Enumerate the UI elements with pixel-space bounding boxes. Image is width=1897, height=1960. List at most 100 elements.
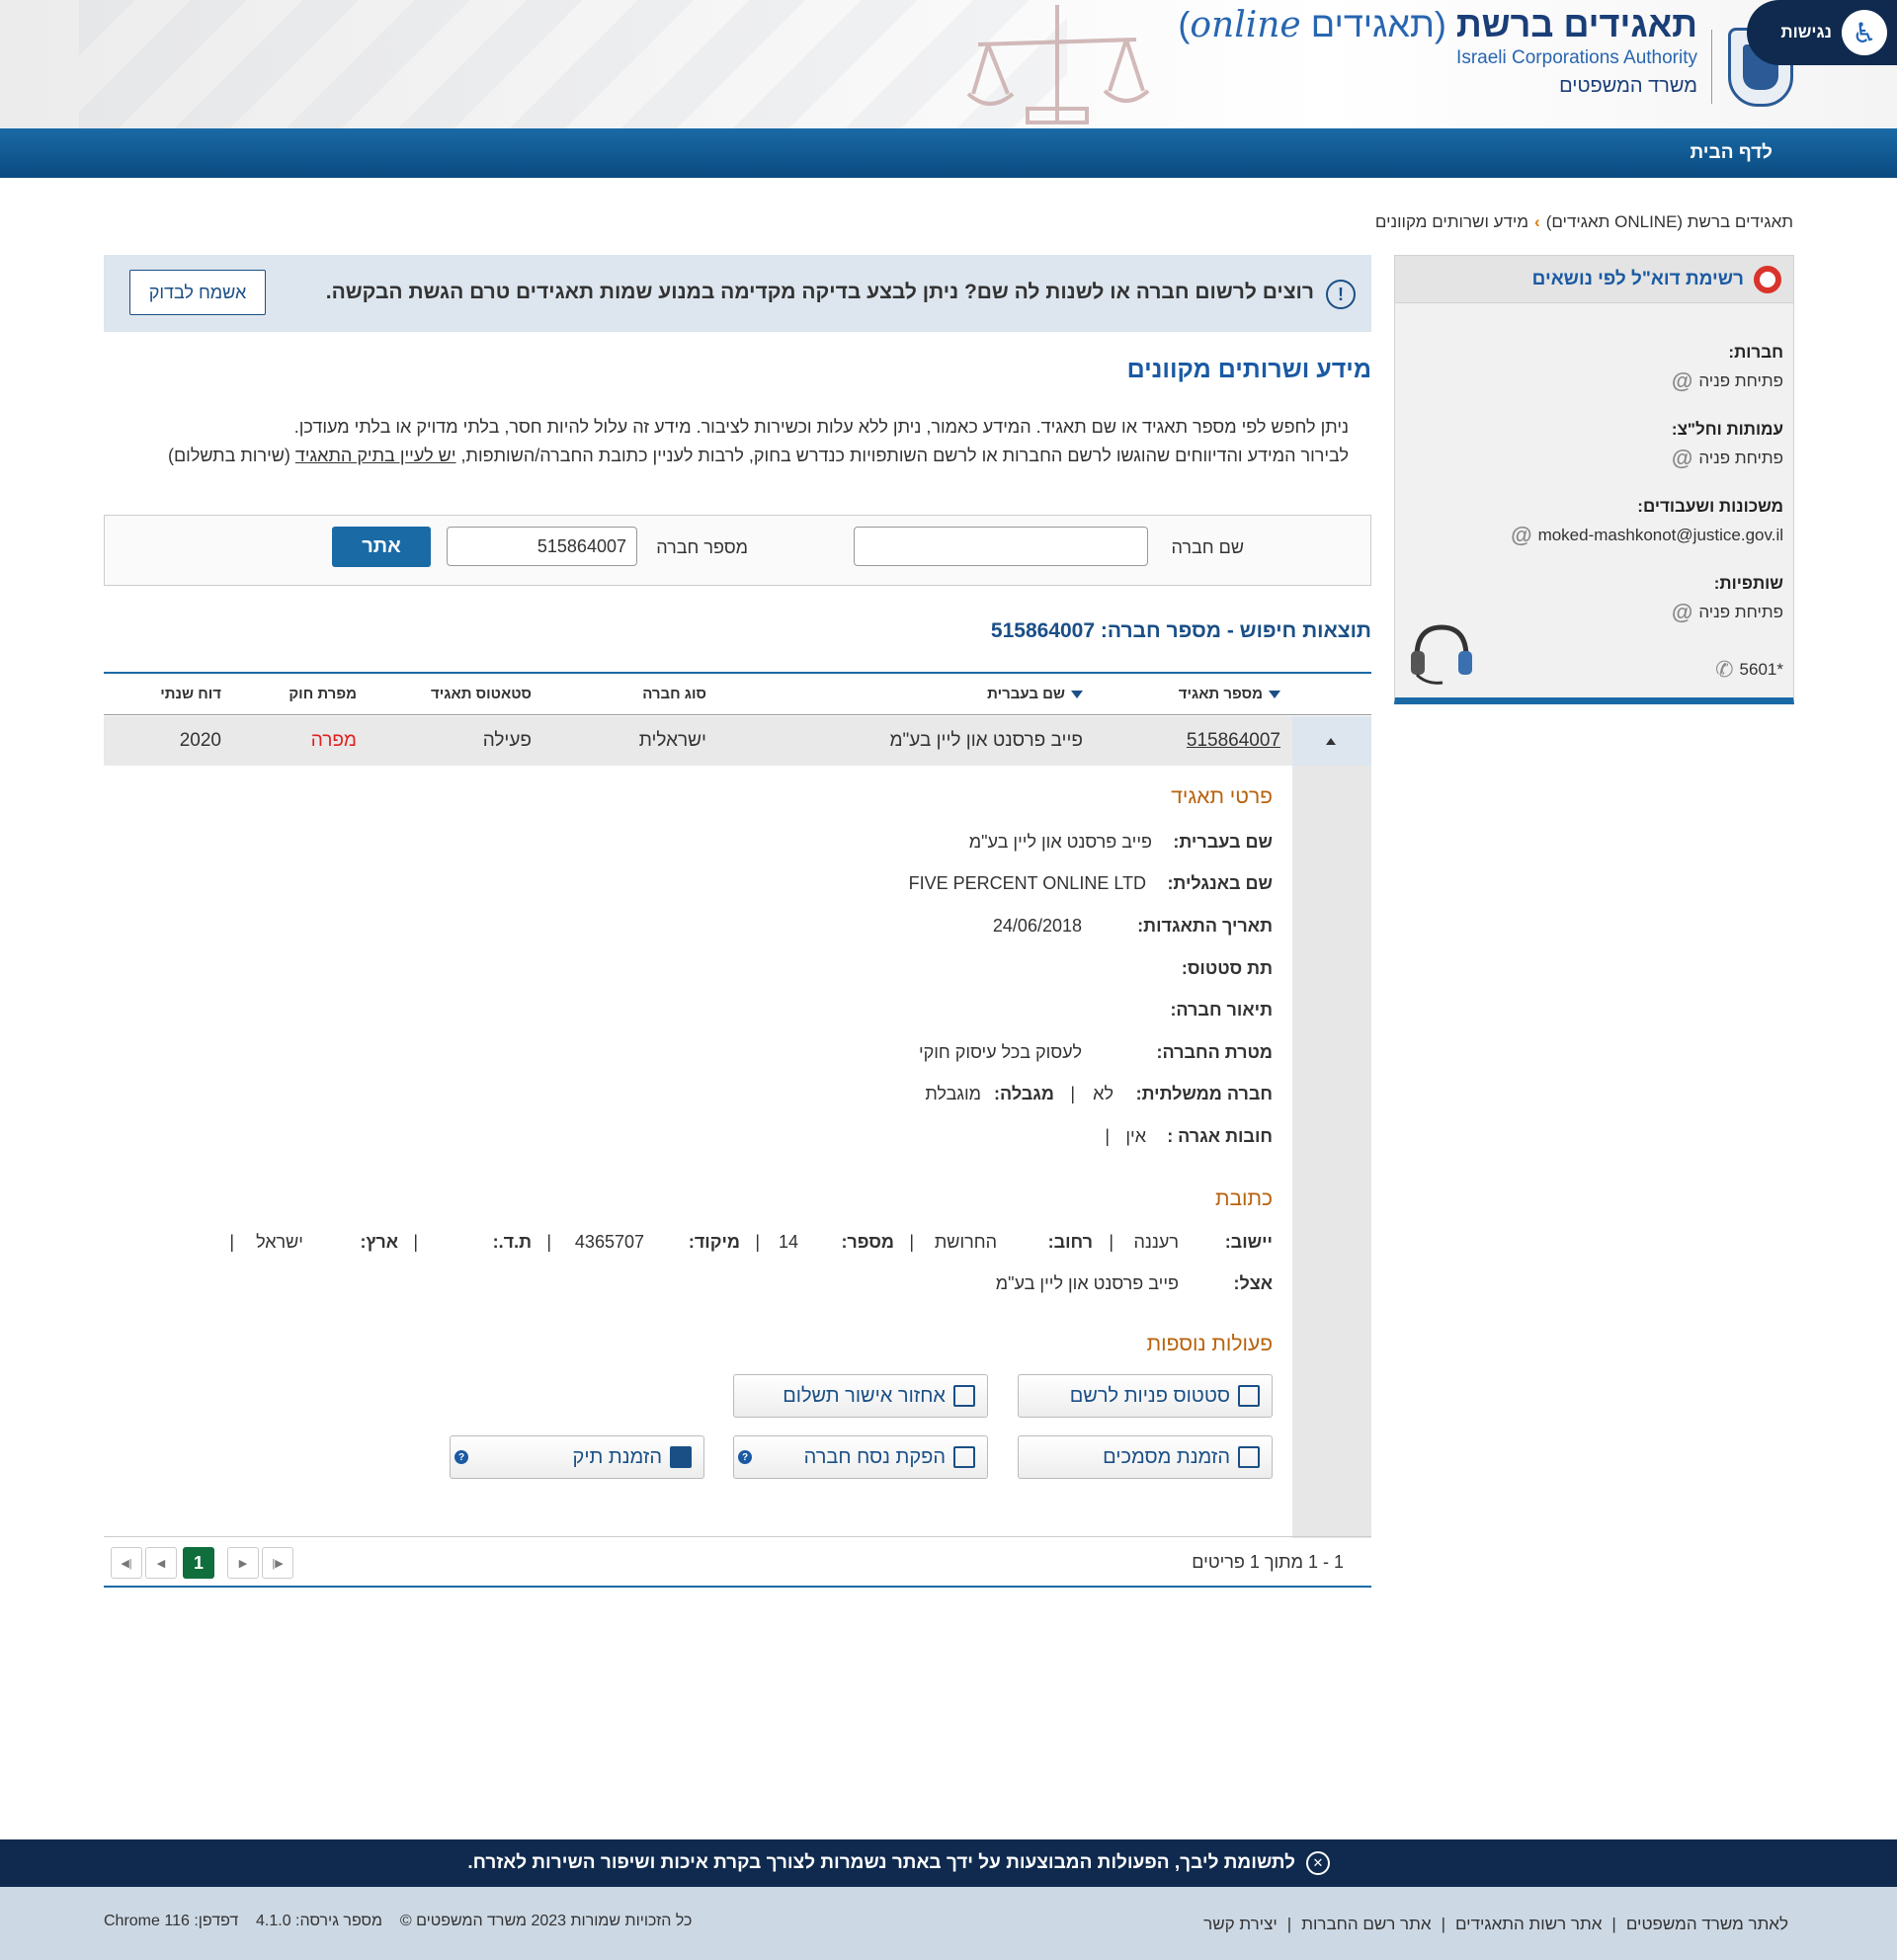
filter-icon[interactable] bbox=[1269, 691, 1280, 699]
table-row[interactable]: 515864007 פייב פרסנט און ליין בע"מ ישראל… bbox=[104, 716, 1371, 766]
sidebar-link-associations[interactable]: פתיחת פניה bbox=[1698, 449, 1783, 468]
sidebar-link-partnerships[interactable]: פתיחת פניה bbox=[1698, 603, 1783, 622]
company-number-input[interactable]: 515864007 bbox=[447, 527, 637, 566]
main-nav: לדף הבית bbox=[0, 128, 1897, 178]
at-icon: @ bbox=[1671, 368, 1693, 393]
help-icon[interactable]: ? bbox=[454, 1450, 468, 1464]
house-number-label: מספר: bbox=[841, 1232, 894, 1252]
zip-label: מיקוד: bbox=[688, 1232, 740, 1252]
column-header-violator[interactable]: מפרת חוק bbox=[289, 686, 357, 702]
separator: | bbox=[229, 1232, 234, 1252]
company-name-input[interactable] bbox=[854, 527, 1148, 566]
order-file-button[interactable]: הזמנת תיק ? bbox=[450, 1435, 704, 1479]
separator: | bbox=[1070, 1084, 1075, 1103]
filter-icon[interactable] bbox=[1071, 691, 1083, 699]
breadcrumb-chevron-icon: › bbox=[1534, 212, 1540, 231]
column-header-number[interactable]: מספר תאגיד bbox=[1179, 686, 1280, 702]
inc-date-label: תאריך התאגדות: bbox=[1137, 916, 1273, 936]
government-label: חברה ממשלתית: bbox=[1135, 1084, 1273, 1103]
documents-icon bbox=[1238, 1446, 1260, 1468]
sidebar-phone: *5601 ✆ bbox=[1715, 651, 1783, 683]
separator: | bbox=[413, 1232, 418, 1252]
sidebar-group-partnerships: שותפיות: פתיחת פניה @ bbox=[1671, 574, 1783, 624]
limited-value: מוגבלת bbox=[925, 1084, 981, 1103]
street-value: החרושת bbox=[934, 1232, 997, 1252]
check-name-button[interactable]: אשמח לבדוק bbox=[129, 270, 266, 315]
footer-copyright: כל הזכויות שמורות 2023 משרד המשפטים © מס… bbox=[104, 1913, 693, 1929]
sidebar-link-companies[interactable]: פתיחת פניה bbox=[1698, 371, 1783, 391]
accessibility-label: נגישות bbox=[1780, 23, 1832, 41]
corporate-file-link[interactable]: יש לעיין בתיק התאגיד bbox=[295, 446, 456, 465]
company-number-label: מספר חברה bbox=[656, 537, 748, 557]
folder-icon bbox=[670, 1446, 692, 1468]
sidebar-title: רשימת דוא"ל לפי נושאים bbox=[1531, 268, 1744, 289]
sidebar-group-companies: חברות: פתיחת פניה @ bbox=[1671, 343, 1783, 393]
house-number-value: 14 bbox=[778, 1232, 798, 1252]
page-title: מידע ושרותים מקוונים bbox=[1126, 356, 1371, 383]
limited-label: מגבלה: bbox=[994, 1084, 1054, 1103]
footer-link-contact[interactable]: יצירת קשר bbox=[1203, 1915, 1278, 1933]
close-icon[interactable]: ✕ bbox=[1306, 1851, 1330, 1875]
column-header-type[interactable]: סוג חברה bbox=[642, 686, 706, 702]
nav-home-link[interactable]: לדף הבית bbox=[1691, 142, 1773, 164]
site-footer: לאתר משרד המשפטים|אתר רשות התאגידים|אתר … bbox=[0, 1887, 1897, 1960]
zip-value: 4365707 bbox=[574, 1232, 644, 1252]
footer-link-registrar[interactable]: אתר רשם החברות bbox=[1301, 1915, 1431, 1933]
help-icon[interactable]: ? bbox=[738, 1450, 752, 1464]
detail-side-strip bbox=[1292, 766, 1371, 1538]
next-page-icon[interactable]: ▶ bbox=[227, 1547, 259, 1579]
cookie-text: לתשומת ליבך, הפעולות המבוצעות על ידך באת… bbox=[467, 1852, 1295, 1873]
contact-sidebar: רשימת דוא"ל לפי נושאים חברות: פתיחת פניה… bbox=[1394, 255, 1794, 704]
last-page-icon[interactable]: ▶| bbox=[262, 1547, 293, 1579]
scales-of-justice-icon bbox=[966, 5, 1150, 124]
expand-row-toggle[interactable] bbox=[1292, 716, 1371, 766]
order-documents-button[interactable]: הזמנת מסמכים bbox=[1018, 1435, 1273, 1479]
bookmark-icon bbox=[953, 1446, 975, 1468]
receipt-refresh-icon bbox=[953, 1385, 975, 1407]
phone-number[interactable]: *5601 bbox=[1740, 660, 1783, 680]
payment-receipt-button[interactable]: אחזור אישור תשלום bbox=[733, 1374, 988, 1418]
site-header: תאגידים ברשת (תאגידים online) Israeli Co… bbox=[0, 0, 1897, 128]
at-icon: @ bbox=[1511, 523, 1532, 547]
registrar-status-button[interactable]: סטטוס פניות לרשם bbox=[1018, 1374, 1273, 1418]
wheelchair-icon: ♿ bbox=[1842, 10, 1887, 55]
footer-link-ministry[interactable]: לאתר משרד המשפטים bbox=[1626, 1915, 1788, 1933]
details-section-title: פרטי תאגיד bbox=[1171, 785, 1273, 808]
first-page-icon[interactable]: |◀ bbox=[111, 1547, 142, 1579]
current-page-button[interactable]: 1 bbox=[183, 1547, 214, 1579]
sidebar-link-pledges-email[interactable]: moked-mashkonot@justice.gov.il bbox=[1538, 526, 1783, 545]
site-title[interactable]: תאגידים ברשת (תאגידים online) bbox=[1178, 4, 1697, 45]
column-header-status[interactable]: סטאטוס תאגיד bbox=[431, 686, 532, 702]
name-check-notice: ! רוצים לרשום חברה או לשנות לה שם? ניתן … bbox=[104, 255, 1371, 332]
corporation-number-link[interactable]: 515864007 bbox=[1187, 730, 1280, 752]
search-form: שם חברה מספר חברה 515864007 אתר bbox=[104, 515, 1371, 586]
footer-links: לאתר משרד המשפטים|אתר רשות התאגידים|אתר … bbox=[1203, 1915, 1788, 1933]
footer-link-authority[interactable]: אתר רשות התאגידים bbox=[1455, 1915, 1602, 1933]
breadcrumb-parent[interactable]: תאגידים ברשת (ONLINE תאגידים) bbox=[1546, 212, 1793, 231]
column-header-name[interactable]: שם בעברית bbox=[987, 686, 1083, 702]
title-paren-word: תאגידים bbox=[1310, 4, 1435, 44]
prev-page-icon[interactable]: ◀ bbox=[145, 1547, 177, 1579]
column-header-annual-report[interactable]: דוח שנתי bbox=[160, 686, 221, 702]
address-section-title: כתובת bbox=[1214, 1187, 1273, 1210]
title-online: online bbox=[1190, 5, 1301, 45]
name-he-value: פייב פרסנט און ליין בע"מ bbox=[968, 832, 1152, 852]
cell-status: פעילה bbox=[482, 730, 532, 751]
cell-annual-report: 2020 bbox=[179, 730, 221, 751]
government-value: לא bbox=[1093, 1084, 1113, 1103]
sidebar-group-associations: עמותות וחל"צ: פתיחת פניה @ bbox=[1671, 420, 1783, 470]
header-divider bbox=[1711, 30, 1712, 104]
cookie-banner: ✕ לתשומת ליבך, הפעולות המבוצעות על ידך ב… bbox=[0, 1839, 1897, 1887]
at-icon: @ bbox=[1671, 600, 1693, 624]
inc-date-value: 24/06/2018 bbox=[992, 916, 1082, 936]
street-label: רחוב: bbox=[1047, 1232, 1093, 1252]
purpose-label: מטרת החברה: bbox=[1156, 1042, 1274, 1062]
search-button[interactable]: אתר bbox=[332, 527, 431, 567]
intro-text: ניתן לחפש לפי מספר תאגיד או שם תאגיד. המ… bbox=[167, 417, 1349, 465]
separator: | bbox=[755, 1232, 760, 1252]
company-extract-button[interactable]: הפקת נסח חברה ? bbox=[733, 1435, 988, 1479]
sidebar-header: רשימת דוא"ל לפי נושאים bbox=[1395, 256, 1793, 303]
separator: | bbox=[909, 1232, 914, 1252]
accessibility-button[interactable]: ♿ נגישות bbox=[1747, 0, 1897, 65]
care-of-label: אצל: bbox=[1233, 1273, 1273, 1293]
